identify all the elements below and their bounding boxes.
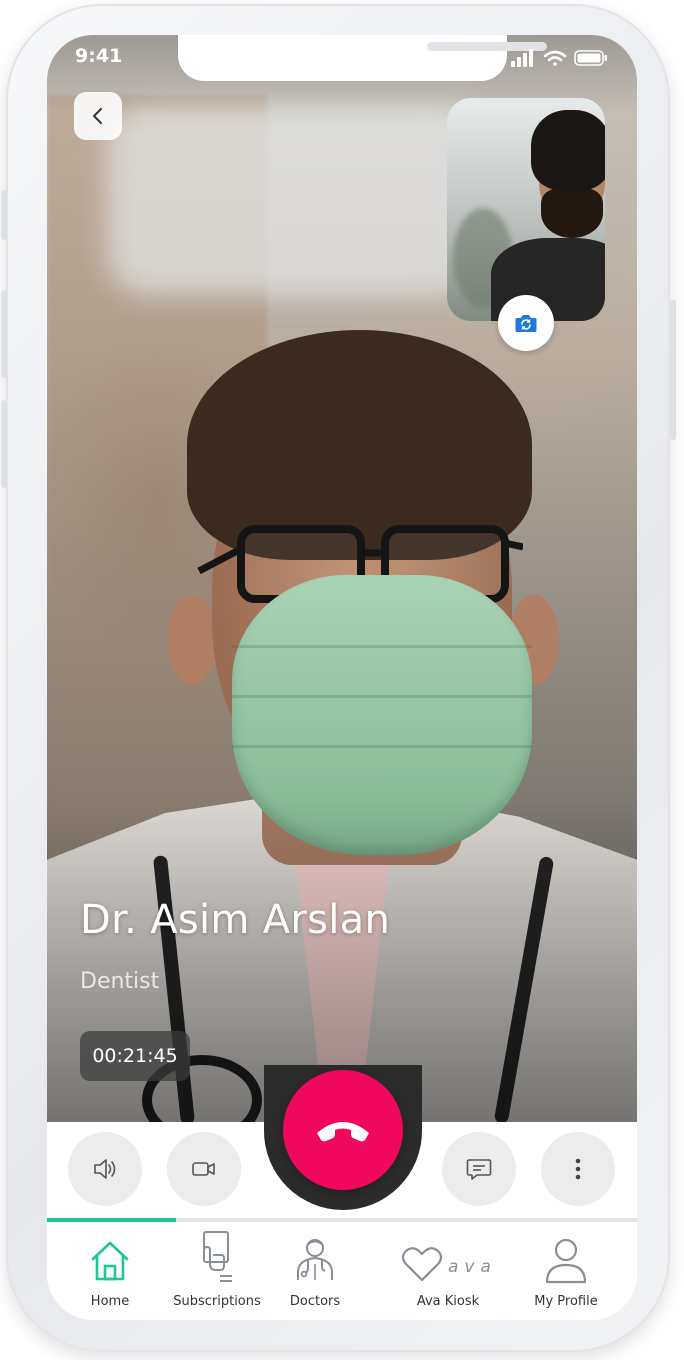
battery-icon: [574, 50, 607, 66]
doctor-icon: [297, 1239, 333, 1280]
call-duration: 00:21:45: [80, 1031, 190, 1081]
notch: [178, 35, 547, 81]
subscriptions-icon: [203, 1231, 232, 1282]
user-icon: [545, 1238, 587, 1284]
nav-item-doctors[interactable]: Doctors: [274, 1222, 356, 1320]
nav-label-my-profile: My Profile: [534, 1294, 598, 1309]
phone-hangup-icon: [317, 1122, 369, 1142]
bottom-navigation: Home Subscriptions Doctors ava Ava Kiosk…: [47, 1222, 637, 1320]
switch-camera-button[interactable]: [498, 295, 554, 351]
back-button[interactable]: [74, 92, 122, 140]
ava-logo-text: ava: [448, 1257, 496, 1277]
home-icon: [91, 1241, 129, 1281]
nav-label-ava-kiosk: Ava Kiosk: [416, 1294, 480, 1309]
switch-camera-icon: [515, 315, 537, 332]
chevron-left-icon: [93, 108, 102, 124]
nav-label-subscriptions: Subscriptions: [173, 1294, 261, 1309]
nav-item-subscriptions[interactable]: Subscriptions: [166, 1222, 268, 1320]
background-sky: [107, 105, 487, 295]
pip-hair: [531, 110, 605, 190]
more-button[interactable]: [541, 1132, 615, 1206]
doctor-name: Dr. Asim Arslan: [80, 897, 391, 943]
self-video-preview[interactable]: [447, 98, 605, 321]
nav-label-home: Home: [90, 1294, 130, 1309]
volume-down-button: [1, 400, 7, 488]
video-camera-icon: [192, 1162, 215, 1176]
mute-switch: [1, 190, 7, 240]
end-call-button[interactable]: [283, 1070, 403, 1190]
nav-item-home[interactable]: Home: [67, 1222, 153, 1320]
speaker-button[interactable]: [68, 1132, 142, 1206]
nav-label-doctors: Doctors: [289, 1294, 341, 1309]
more-vertical-icon: [575, 1158, 581, 1180]
wifi-icon: [543, 50, 567, 66]
chat-button[interactable]: [442, 1132, 516, 1206]
nav-item-ava-kiosk[interactable]: ava Ava Kiosk: [388, 1222, 508, 1320]
status-icons: [511, 49, 607, 67]
cellular-signal-icon: [511, 49, 533, 67]
doctor-specialty: Dentist: [80, 969, 160, 994]
speaker-icon: [94, 1159, 116, 1179]
video-button[interactable]: [167, 1132, 241, 1206]
chat-icon: [466, 1159, 492, 1180]
volume-up-button: [1, 290, 7, 378]
nav-item-my-profile[interactable]: My Profile: [524, 1222, 608, 1320]
screen: 9:41 Dr. Asim Arslan Dentist 00:21:45 Ho…: [47, 35, 637, 1320]
status-time: 9:41: [75, 45, 123, 67]
ava-heart-icon: ava: [401, 1247, 496, 1282]
power-button: [670, 300, 676, 440]
pip-beard: [541, 188, 603, 238]
